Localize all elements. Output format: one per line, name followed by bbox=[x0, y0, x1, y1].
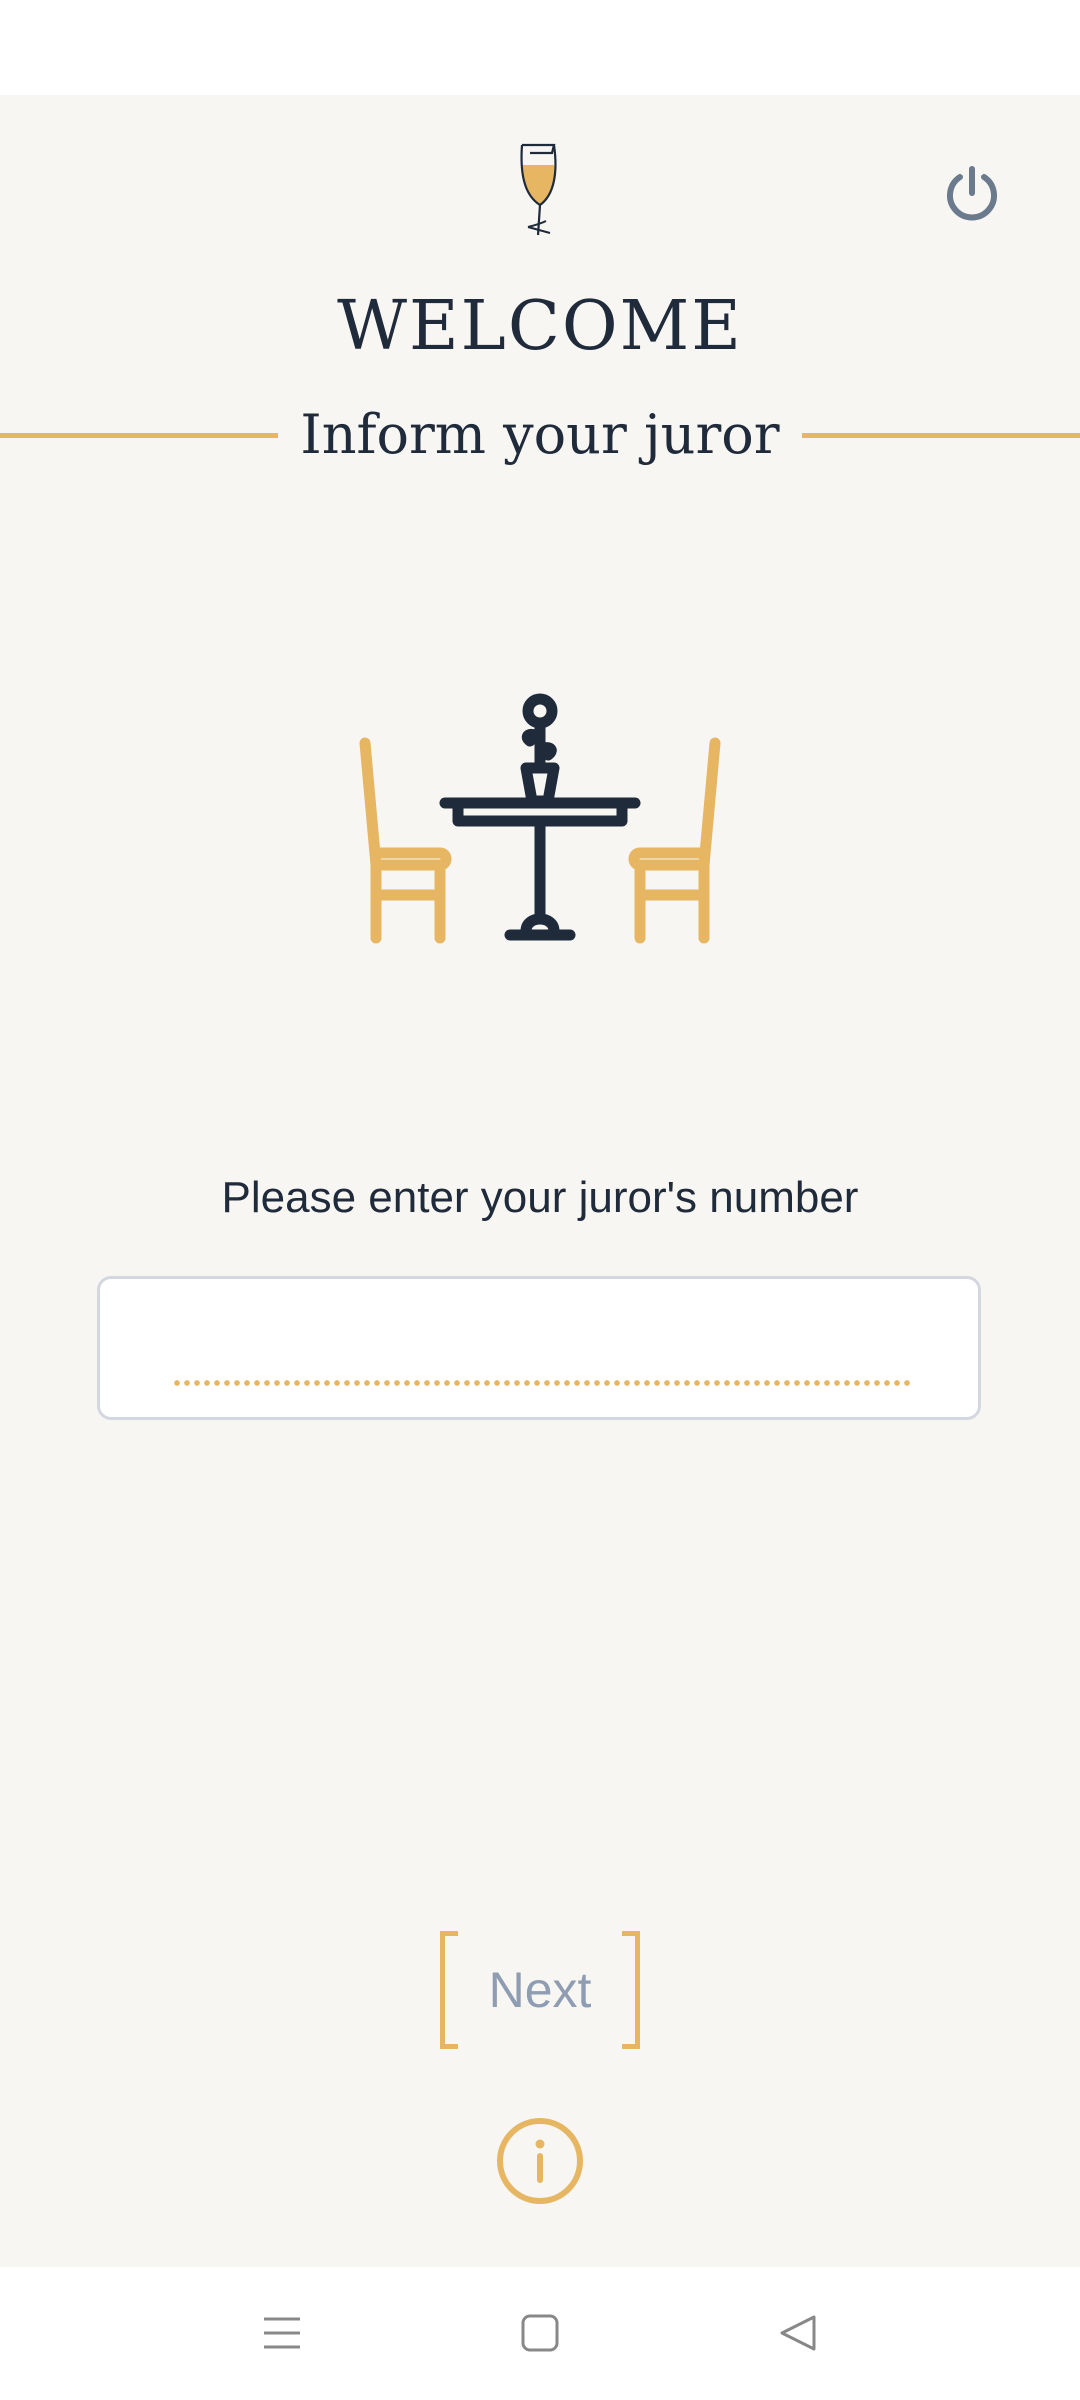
welcome-title: WELCOME bbox=[337, 287, 743, 366]
divider-right bbox=[802, 433, 1080, 438]
juror-number-prompt: Please enter your juror's number bbox=[221, 1173, 859, 1222]
next-button-label: Next bbox=[488, 1962, 592, 2018]
power-icon bbox=[947, 166, 997, 221]
home-button[interactable] bbox=[500, 2297, 580, 2369]
page-subtitle: Inform your juror bbox=[300, 403, 780, 466]
home-square-icon bbox=[521, 2314, 559, 2352]
info-button[interactable] bbox=[495, 2116, 585, 2206]
recents-button[interactable] bbox=[242, 2297, 322, 2369]
juror-number-field[interactable] bbox=[97, 1276, 981, 1420]
restaurant-table-icon bbox=[359, 693, 721, 944]
info-icon bbox=[497, 2118, 583, 2204]
status-bar bbox=[0, 0, 1080, 95]
menu-icon bbox=[264, 2317, 300, 2349]
input-dotted-underline bbox=[172, 1380, 912, 1386]
wine-glass-icon bbox=[520, 143, 557, 236]
back-button[interactable] bbox=[758, 2297, 838, 2369]
system-nav-bar bbox=[0, 2267, 1080, 2400]
app-screen: WELCOME Inform your juror Please enter y… bbox=[0, 95, 1080, 2267]
divider-left bbox=[0, 433, 278, 438]
juror-number-input[interactable] bbox=[172, 1299, 916, 1381]
subtitle-row: Inform your juror bbox=[0, 395, 1080, 475]
back-triangle-icon bbox=[780, 2315, 816, 2351]
power-button[interactable] bbox=[936, 157, 1008, 229]
next-button[interactable]: Next bbox=[440, 1931, 640, 2055]
bracket-right bbox=[622, 1931, 640, 2049]
